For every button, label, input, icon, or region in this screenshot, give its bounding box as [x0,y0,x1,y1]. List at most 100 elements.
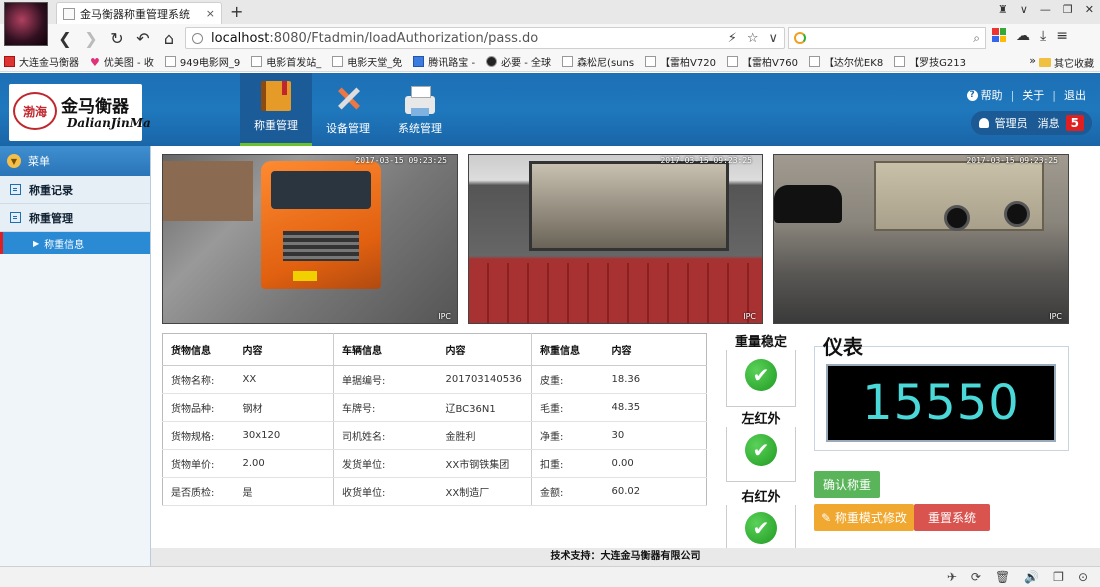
address-text[interactable]: localhost:8080/Ftadmin/loadAuthorization… [211,31,728,46]
bookmark-item[interactable]: 腾讯路宝 - [413,54,475,69]
sidebar-subitem-weighing-info[interactable]: ▶ 称重信息 [0,232,150,254]
nav-system-management[interactable]: 系统管理 [384,73,456,146]
nav-weighing-management[interactable]: 称重管理 [240,73,312,146]
help-icon[interactable]: ? [966,89,978,101]
page-favicon-icon [63,7,75,20]
search-input[interactable] [814,32,974,44]
logout-link[interactable]: 退出 [1064,87,1086,103]
confirm-weighing-button[interactable]: 确认称重 [814,471,880,498]
refresh-icon[interactable]: ⟳ [971,570,981,584]
field-value: 0.00 [603,449,707,478]
camera-timestamp: 2017-03-15 09:23:25 [355,156,447,165]
new-tab-button[interactable]: + [230,2,243,21]
address-bar[interactable]: localhost:8080/Ftadmin/loadAuthorization… [185,27,785,49]
table-header-row: 货物信息 内容 车辆信息 内容 称重信息 内容 [162,333,707,366]
field-value: 2.00 [234,449,334,478]
field-label: 货物单价: [162,449,235,478]
field-label: 单据编号: [333,365,438,394]
lightning-icon[interactable]: ⚡ [728,31,737,46]
camera-label: IPC [743,312,756,321]
bookmark-item[interactable]: 【罗技G213 [894,54,966,69]
search-box[interactable]: ⌕ [788,27,986,49]
check-icon: ✔ [745,434,777,466]
bookmark-item[interactable]: ♥ 优美图 - 收 [90,54,154,69]
zoom-icon[interactable]: ⊙ [1078,570,1088,584]
close-window-icon[interactable]: ✕ [1085,3,1094,16]
bookmark-page-icon [332,56,344,67]
col-header: 车辆信息 [333,333,438,366]
sidebar-item-weighing-management[interactable]: 称重管理 [0,204,150,232]
camera-feed-top[interactable]: 2017-03-15 09:23:25 IPC [468,154,763,324]
trash-icon[interactable]: 🗑 [995,570,1010,584]
messages-badge[interactable]: 5 [1065,115,1084,131]
weight-stable-label: 重量稳定 [726,331,796,350]
minimize-icon[interactable]: — [1040,3,1051,16]
sidebar-item-weighing-records[interactable]: 称重记录 [0,176,150,204]
browser-avatar[interactable] [4,2,48,46]
car-image [774,185,842,223]
bookmark-item[interactable]: 森松尼(suns [562,54,634,69]
weight-stable-box: ✔ [726,343,796,407]
close-tab-icon[interactable]: × [206,7,215,20]
app-header: 渤海 金马衡器 DalianJinMa 称重管理 设备管理 系统管理 ? 帮助 … [0,73,1100,146]
sidebar-menu-header[interactable]: ▼ 菜单 [0,146,150,176]
bookmark-page-icon [894,56,906,67]
skin-icon[interactable]: ♜ [998,3,1008,16]
camera-feed-rear[interactable]: 2017-03-15 09:23:25 IPC [773,154,1069,324]
bookmark-item[interactable]: 大连金马衡器 [4,54,79,69]
maximize-icon[interactable]: ❐ [1063,3,1073,16]
nav-device-management[interactable]: 设备管理 [312,73,384,146]
apps-icon[interactable] [992,28,1006,42]
reload-icon[interactable]: ↻ [104,29,130,48]
col-header: 称重信息 [531,333,604,366]
info-icon[interactable] [192,32,203,44]
field-value: 48.35 [603,393,707,422]
camera-feed-front[interactable]: 2017-03-15 09:23:25 IPC [162,154,458,324]
menu-icon[interactable]: ≡ [1056,28,1068,44]
bookmark-item[interactable]: 必要 - 全球 [486,54,551,69]
book-icon [261,81,291,111]
bookmark-item[interactable]: 【雷柏V760 [727,54,798,69]
plane-icon[interactable]: ✈ [947,570,957,584]
camera-label: IPC [438,312,451,321]
menu-down-icon[interactable]: ∨ [1020,3,1028,16]
bookmark-red-icon [4,56,15,67]
forward-icon[interactable]: ❯ [78,29,104,48]
bookmark-item[interactable]: 949电影网_9 [164,54,240,69]
download-icon[interactable]: ⤓ [1040,28,1046,44]
messages-label[interactable]: 消息 [1038,115,1060,131]
bookmark-item[interactable]: 【雷柏V720 [645,54,716,69]
search-engine-icon[interactable] [794,32,806,44]
help-link[interactable]: 帮助 [981,87,1003,103]
about-link[interactable]: 关于 [1022,87,1044,103]
chevron-right-icon: ▶ [33,238,40,248]
chevron-down-icon: ▼ [7,154,21,168]
home-icon[interactable]: ⌂ [156,29,182,48]
camera-timestamp: 2017-03-15 09:23:25 [966,156,1058,165]
user-pill[interactable]: 管理员 消息 5 [970,111,1092,135]
reset-system-button[interactable]: 重置系统 [914,504,990,531]
undo-icon[interactable]: ↶ [130,29,156,48]
field-label: 货物规格: [162,421,235,450]
right-infrared-label: 右红外 [726,486,796,505]
window-icon[interactable]: ❐ [1053,570,1064,584]
speaker-icon[interactable]: 🔊 [1024,570,1039,584]
meter-panel: 15550 [814,346,1069,451]
dropdown-icon[interactable]: ∨ [768,31,778,46]
weighing-mode-edit-button[interactable]: ✎ 称重模式修改 [814,504,914,531]
table-row: 货物名称: XX 单据编号: 201703140536 皮重: 18.36 [162,365,707,394]
star-icon[interactable]: ☆ [747,31,759,46]
bookmark-item[interactable]: 电影首发站_ [251,54,321,69]
bookmark-item[interactable]: 电影天堂_免 [332,54,402,69]
browser-tab[interactable]: 金马衡器称重管理系统 × [56,2,222,24]
field-value: XX制造厂 [437,477,532,506]
back-icon[interactable]: ❮ [52,29,78,48]
bookmark-item[interactable]: 【达尔优EK8 [808,54,883,69]
table-row: 货物单价: 2.00 发货单位: XX市钢铁集团 扣重: 0.00 [162,449,707,478]
other-bookmarks[interactable]: 其它收藏 [1039,55,1094,70]
magnifier-icon[interactable]: ⌕ [973,31,980,46]
user-name[interactable]: 管理员 [995,115,1028,131]
cloud-icon[interactable]: ☁ [1016,28,1030,44]
bookmarks-more-icon[interactable]: » [1029,54,1036,67]
col-header: 货物信息 [162,333,235,366]
